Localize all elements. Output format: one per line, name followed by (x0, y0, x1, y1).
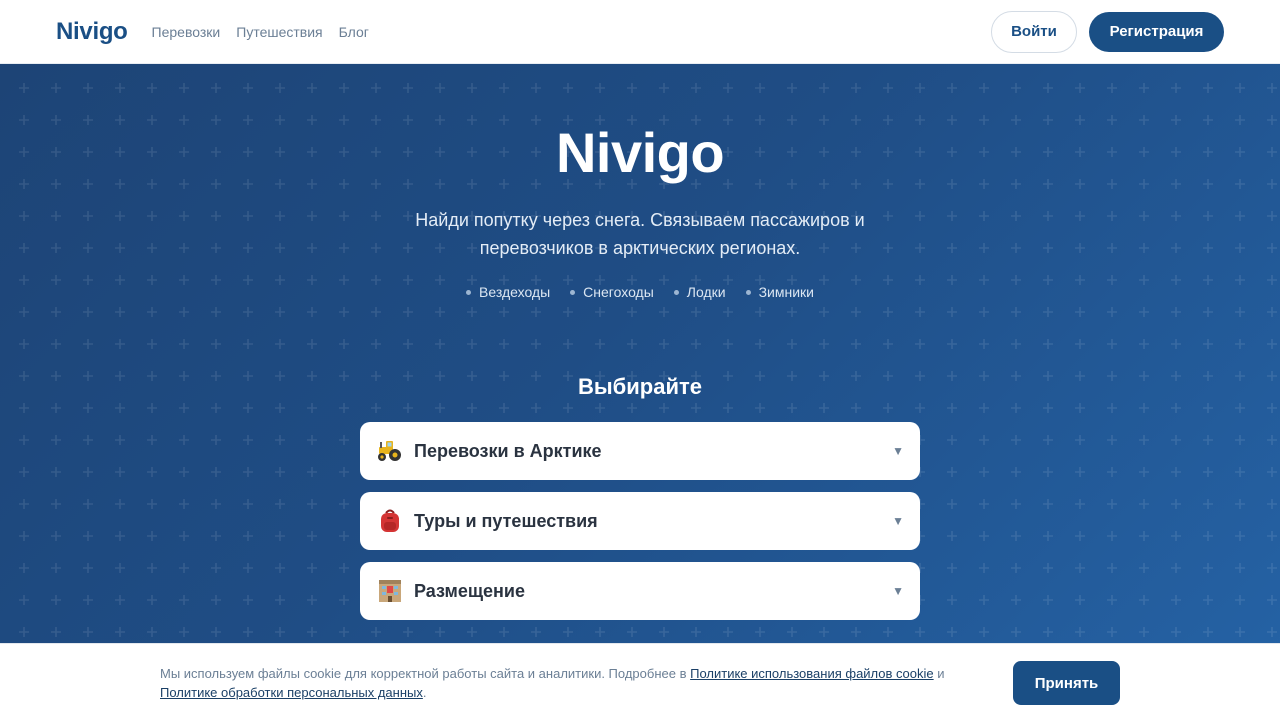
hotel-icon (376, 577, 404, 605)
header-actions: Войти Регистрация (991, 10, 1224, 53)
category-accordion: Перевозки в Арктике ▼ Туры и путешествия… (360, 422, 920, 632)
accordion-label: Размещение (414, 580, 525, 601)
accordion-item-accommodation[interactable]: Размещение ▼ (360, 562, 920, 620)
register-button[interactable]: Регистрация (1089, 11, 1224, 52)
nav-item-blog[interactable]: Блог (339, 24, 369, 40)
tractor-icon (376, 437, 404, 465)
accordion-item-transport[interactable]: Перевозки в Арктике ▼ (360, 422, 920, 480)
nav-item-transport[interactable]: Перевозки (152, 24, 221, 40)
hero-subtitle: Найди попутку через снега. Связываем пас… (415, 210, 865, 258)
cookie-text-part: . (422, 685, 427, 700)
tag-label: Зимники (758, 284, 814, 300)
bullet-icon (466, 289, 472, 295)
tag-item: Лодки (673, 284, 726, 300)
choose-title: Выбирайте (578, 374, 702, 399)
tag-item: Зимники (745, 284, 814, 300)
chevron-down-icon: ▼ (892, 514, 904, 528)
tag-label: Лодки (686, 284, 726, 300)
accept-cookie-button[interactable]: Принять (1013, 661, 1120, 705)
bullet-icon (673, 289, 679, 295)
chevron-down-icon: ▼ (892, 584, 904, 598)
nav-item-travel[interactable]: Путешествия (236, 24, 322, 40)
transport-tags: Вездеходы Снегоходы Лодки Зимники (0, 284, 1280, 300)
accordion-label: Туры и путешествия (414, 510, 598, 531)
main-nav: Перевозки Путешествия Блог (152, 24, 369, 40)
tag-label: Снегоходы (583, 284, 654, 300)
tag-label: Вездеходы (479, 284, 551, 300)
hero-title: Nivigo (555, 121, 725, 184)
cookie-text: Мы используем файлы cookie для корректно… (160, 664, 990, 702)
cookie-policy-link[interactable]: Политике использования файлов cookie (690, 666, 934, 681)
tag-item: Снегоходы (570, 284, 654, 300)
login-button[interactable]: Войти (991, 10, 1077, 53)
bullet-icon (745, 289, 751, 295)
bullet-icon (570, 289, 576, 295)
cookie-text-part: и (933, 666, 945, 681)
accordion-label: Перевозки в Арктике (414, 440, 602, 461)
privacy-policy-link[interactable]: Политике обработки персональных данных (160, 685, 423, 700)
accordion-item-tours[interactable]: Туры и путешествия ▼ (360, 492, 920, 550)
logo[interactable]: Nivigo (56, 18, 128, 46)
chevron-down-icon: ▼ (892, 444, 904, 458)
site-header: Nivigo Перевозки Путешествия Блог Войти … (0, 0, 1280, 64)
hero-section: Nivigo Найди попутку через снега. Связыв… (0, 64, 1280, 720)
cookie-text-part: Мы используем файлы cookie для корректно… (160, 666, 691, 681)
backpack-icon (376, 507, 404, 535)
cookie-banner: Мы используем файлы cookie для корректно… (0, 643, 1280, 720)
tag-item: Вездеходы (466, 284, 550, 300)
